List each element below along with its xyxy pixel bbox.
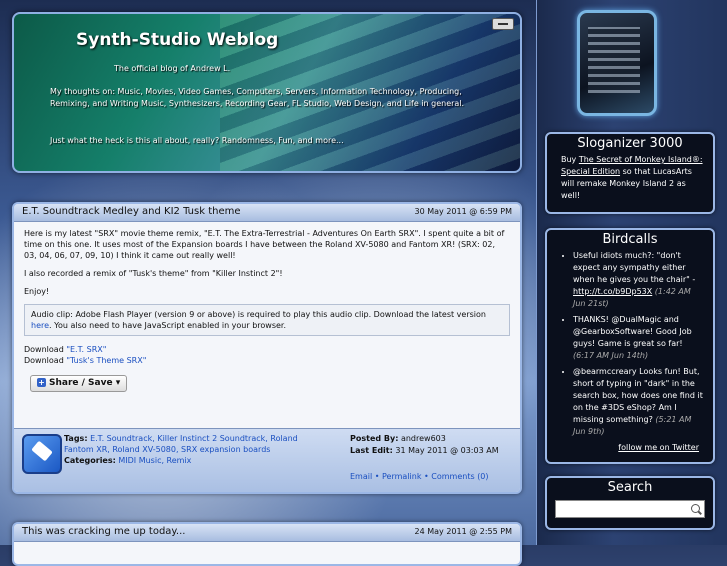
post-paragraph: Here is my latest "SRX" movie theme remi… bbox=[24, 229, 505, 260]
post-date: 24 May 2011 @ 2:55 PM bbox=[414, 527, 512, 536]
widget-title: Search bbox=[607, 480, 653, 495]
category-links[interactable]: MIDI Music, Remix bbox=[118, 456, 191, 465]
post-meta: Posted By: andrew603 Last Edit: 31 May 2… bbox=[350, 434, 499, 455]
post-tags: Tags: E.T. Soundtrack, Killer Instinct 2… bbox=[64, 434, 298, 465]
avatar bbox=[577, 10, 657, 116]
birdcalls-widget: Birdcalls Useful idiots much?: "don't ex… bbox=[545, 228, 715, 464]
download-line: Download "Tusk's Theme SRX" bbox=[24, 356, 147, 365]
post-header: E.T. Soundtrack Medley and KI2 Tusk them… bbox=[14, 204, 520, 222]
blog-tagline: Just what the heck is this all about, re… bbox=[50, 136, 344, 145]
sloganizer-widget: Sloganizer 3000 Buy The Secret of Monkey… bbox=[545, 132, 715, 214]
tweet-item: Useful idiots much?: "don't expect any s… bbox=[573, 250, 705, 310]
post-header: This was cracking me up today... 24 May … bbox=[14, 524, 520, 542]
tweet-item: @bearmccreary Looks fun! But, short of t… bbox=[573, 366, 705, 438]
post-title[interactable]: E.T. Soundtrack Medley and KI2 Tusk them… bbox=[22, 206, 241, 217]
blog-post: E.T. Soundtrack Medley and KI2 Tusk them… bbox=[12, 202, 522, 494]
tweet-time[interactable]: (6:17 AM Jun 14th) bbox=[573, 351, 648, 360]
post-actions: Email • Permalink • Comments (0) bbox=[350, 472, 489, 481]
audio-clip-notice: Audio clip: Adobe Flash Player (version … bbox=[24, 304, 510, 336]
blog-subtitle: The official blog of Andrew L. bbox=[114, 64, 231, 73]
tweet-list: Useful idiots much?: "don't expect any s… bbox=[561, 250, 705, 438]
tag-links[interactable]: E.T. Soundtrack, Killer Instinct 2 Sound… bbox=[64, 434, 298, 454]
post-title[interactable]: This was cracking me up today... bbox=[22, 526, 185, 537]
blog-description: My thoughts on: Music, Movies, Video Gam… bbox=[50, 87, 465, 108]
blog-post: This was cracking me up today... 24 May … bbox=[12, 522, 522, 566]
tag-icon bbox=[22, 434, 62, 474]
last-edit-date: 31 May 2011 @ 03:03 AM bbox=[395, 446, 499, 455]
share-save-button[interactable]: + Share / Save ▾ bbox=[30, 375, 128, 392]
post-footer: Tags: E.T. Soundtrack, Killer Instinct 2… bbox=[14, 428, 520, 492]
blog-title[interactable]: Synth-Studio Weblog bbox=[76, 30, 278, 50]
blog-header: Synth-Studio Weblog The official blog of… bbox=[12, 12, 522, 173]
post-body: Here is my latest "SRX" movie theme remi… bbox=[14, 222, 520, 398]
post-paragraph: I also recorded a remix of "Tusk's theme… bbox=[24, 269, 283, 278]
download-line: Download "E.T. SRX" bbox=[24, 345, 107, 354]
download-tusk-link[interactable]: "Tusk's Theme SRX" bbox=[66, 356, 146, 365]
search-input[interactable] bbox=[555, 500, 705, 518]
plus-icon: + bbox=[37, 378, 46, 387]
widget-title: Birdcalls bbox=[602, 232, 658, 247]
minimize-icon[interactable] bbox=[492, 18, 514, 30]
download-et-link[interactable]: "E.T. SRX" bbox=[66, 345, 106, 354]
search-widget: Search bbox=[545, 476, 715, 530]
tweet-item: THANKS! @DualMagic and @GearboxSoftware!… bbox=[573, 314, 705, 362]
chevron-down-icon: ▾ bbox=[115, 378, 121, 388]
post-date: 30 May 2011 @ 6:59 PM bbox=[414, 207, 512, 216]
widget-title: Sloganizer 3000 bbox=[577, 136, 683, 151]
comments-link[interactable]: Comments (0) bbox=[431, 472, 488, 481]
email-link[interactable]: Email bbox=[350, 472, 372, 481]
post-paragraph: Enjoy! bbox=[24, 287, 50, 296]
post-author: andrew603 bbox=[400, 434, 446, 443]
flash-download-link[interactable]: here bbox=[31, 321, 49, 330]
tweet-link[interactable]: http://t.co/b9Dp53X bbox=[573, 287, 652, 296]
follow-twitter-link[interactable]: follow me on Twitter bbox=[561, 442, 705, 454]
permalink-link[interactable]: Permalink bbox=[382, 472, 421, 481]
slogan-text: Buy The Secret of Monkey Island®: Specia… bbox=[561, 155, 703, 200]
search-icon[interactable] bbox=[691, 504, 700, 513]
